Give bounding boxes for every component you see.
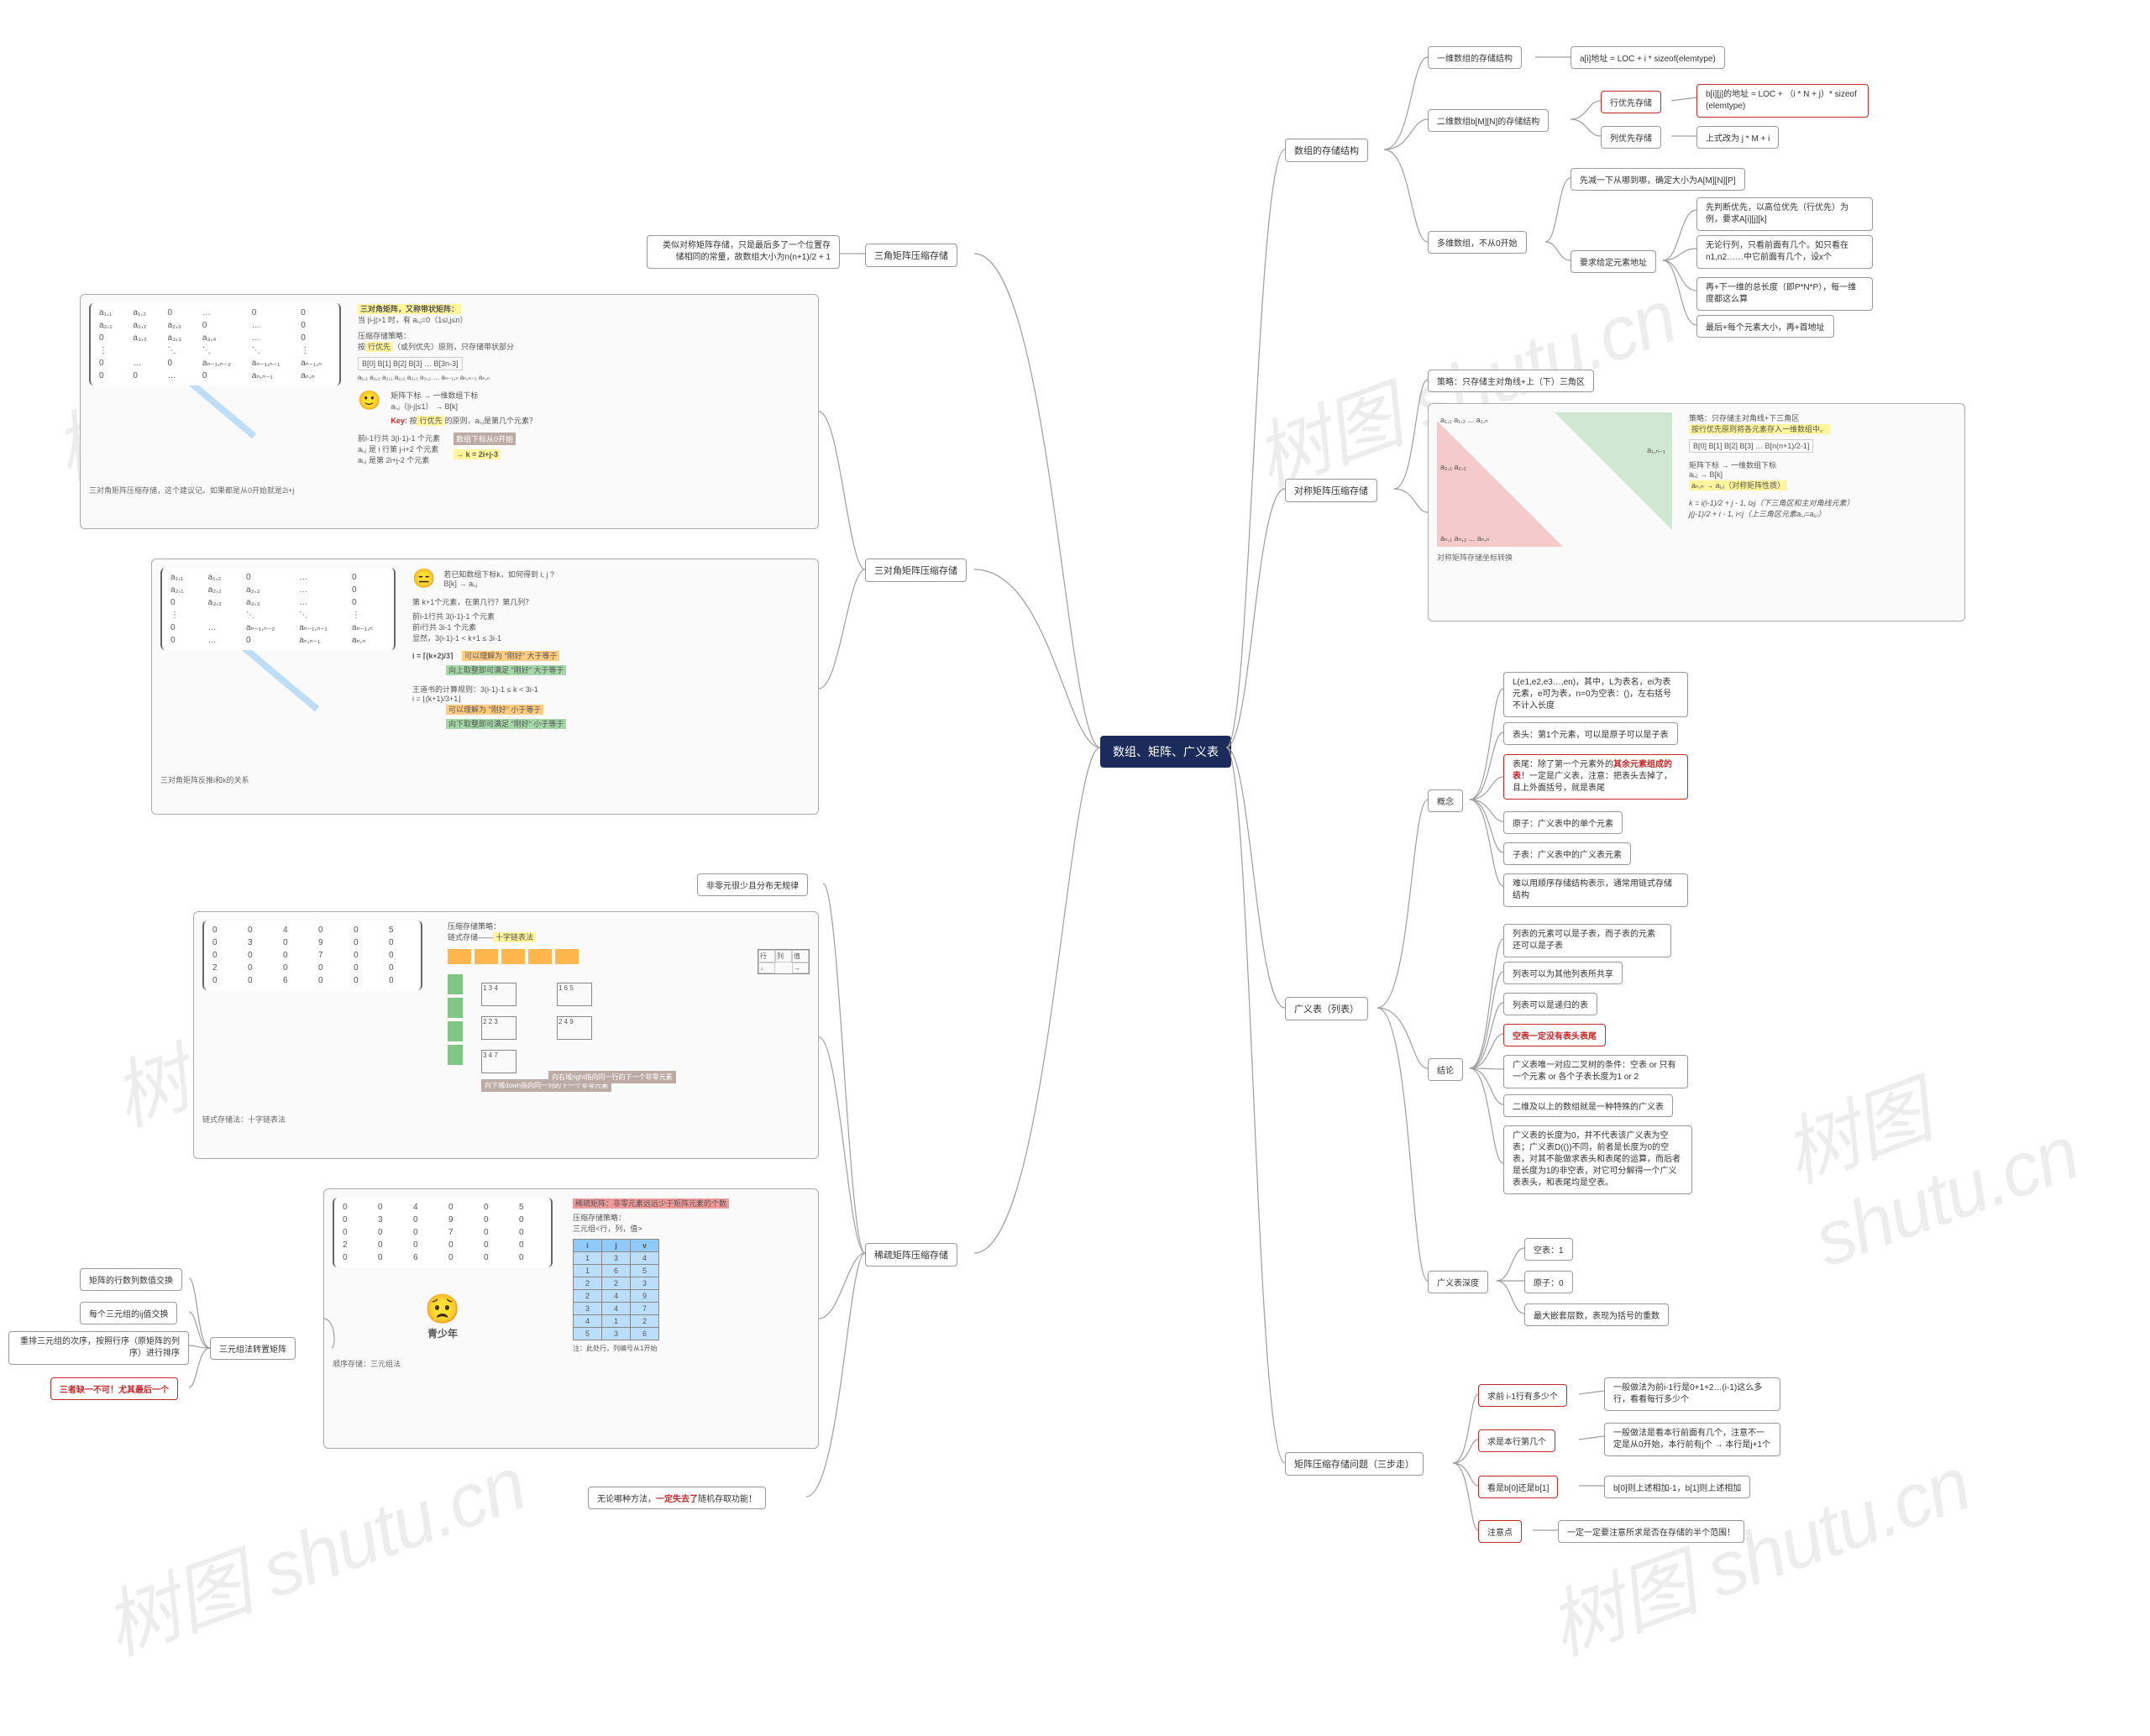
node-sparse[interactable]: 稀疏矩阵压缩存储 (865, 1243, 957, 1267)
node-tridiag[interactable]: 三对角矩阵压缩存储 (865, 559, 967, 582)
node-s2[interactable]: 求是本行第几个 (1478, 1429, 1555, 1452)
node-d3[interactable]: 最大嵌套层数，表现为括号的重数 (1524, 1303, 1669, 1326)
root-node[interactable]: 数组、矩阵、广义表 (1100, 736, 1231, 768)
node-s3[interactable]: 看是b[0]还是b[1] (1478, 1476, 1558, 1498)
node-trans[interactable]: 三元组法转置矩阵 (210, 1337, 296, 1360)
node-s1[interactable]: 求前 i-1行有多少个 (1478, 1384, 1567, 1407)
node-colmajor-formula[interactable]: 上式改为 j * M + i (1696, 126, 1779, 149)
node-l4[interactable]: 空表一定没有表头表尾 (1503, 1024, 1606, 1046)
node-multi2d[interactable]: 最后+每个元素大小，再+首地址 (1696, 315, 1834, 338)
node-tr4[interactable]: 三者缺一不可！尤其最后一个 (50, 1377, 178, 1400)
sym-desc2: 按行优先原则将各元素存入一维数组中。 (1689, 423, 1956, 434)
node-c5[interactable]: 子表：广义表中的广义表元素 (1503, 842, 1631, 865)
node-concl[interactable]: 结论 (1428, 1058, 1463, 1081)
node-l5[interactable]: 广义表唯一对应二叉树的条件：空表 or 只有一个元素 or 各个子表长度为1 o… (1503, 1055, 1688, 1088)
node-oneD-formula[interactable]: a[i]地址 = LOC + i * sizeof(elemtype) (1571, 46, 1725, 69)
node-c4[interactable]: 原子：广义表中的单个元素 (1503, 811, 1623, 834)
watermark: 树图 shutu.cn (1766, 977, 2150, 1284)
watermark: 树图 shutu.cn (87, 1423, 538, 1676)
node-storage[interactable]: 数组的存储结构 (1285, 139, 1368, 162)
node-multi2a[interactable]: 先判断优先，以高位优先（行优先）为例，要求A[i][j][k] (1696, 197, 1873, 231)
node-sparse-cond[interactable]: 非零元很少且分布无规律 (697, 873, 808, 896)
node-s4a[interactable]: 一定一定要注意所求是否在存储的半个范围！ (1558, 1520, 1744, 1543)
node-multi[interactable]: 多维数组，不从0开始 (1428, 231, 1527, 254)
node-multi2b[interactable]: 无论行列，只看前面有几个。如只看在n1,n2……中它前面有几个，设x个 (1696, 235, 1873, 269)
node-rowmajor-formula[interactable]: b[i][j]的地址 = LOC + （i * N + j）* sizeof (… (1696, 84, 1869, 118)
node-c1[interactable]: L(e1,e2,e3…,en)，其中，L为表名，ei为表元素，e可为表，n=0为… (1503, 672, 1688, 717)
caption-tridiag1: 三对角矩阵压缩存储，这个建议记。如果都是从0开始就是2i+j (89, 485, 810, 496)
caption-tridiag2: 三对角矩阵反推i和k的关系 (160, 774, 810, 785)
node-oneD[interactable]: 一维数组的存储结构 (1428, 46, 1522, 69)
node-rowmajor[interactable]: 行优先存储 (1601, 91, 1661, 113)
node-tr1[interactable]: 矩阵的行数列数值交换 (80, 1268, 182, 1291)
caption-sparse-seq: 顺序存储：三元组法 (333, 1358, 810, 1369)
avatar-icon: 😟 (425, 1293, 460, 1325)
node-l7[interactable]: 广义表的长度为0，并不代表该广义表为空表；广义表D(())不同，前者是长度为0的… (1503, 1125, 1692, 1194)
img-tridiag2: a₁,₁a₁,₂0…0 a₂,₁a₂,₂a₂,₃…0 0a₃,₂a₃,₃…0 ⋮… (151, 559, 819, 815)
watermark: 树图 shutu.cn (1532, 1423, 1982, 1676)
node-compress[interactable]: 矩阵压缩存储问题（三步走） (1285, 1452, 1424, 1476)
node-c6[interactable]: 难以用顺序存储结构表示，通常用链式存储结构 (1503, 873, 1688, 907)
node-twoD[interactable]: 二维数组b[M][N]的存储结构 (1428, 109, 1549, 132)
img-sym: a₁,₁ a₁,₂ ... a₁,ₙ a₂,₁ a₂,₂ aₙ,₁ aₙ,₂ .… (1428, 403, 1965, 621)
node-sym-policy[interactable]: 策略：只存储主对角线+上（下）三角区 (1428, 370, 1594, 392)
img-sparse-seq: 004005030900000700200000006000 😟 青少年 稀疏矩… (323, 1188, 819, 1449)
caption-sparse-link: 链式存储法：十字链表法 (202, 1114, 810, 1125)
node-tr3[interactable]: 重排三元组的次序，按照行序（原矩阵的列序）进行排序 (8, 1331, 189, 1365)
node-l1[interactable]: 列表的元素可以是子表，而子表的元素还可以是子表 (1503, 924, 1671, 957)
node-s3a[interactable]: b[0]则上述相加-1，b[1]则上述相加 (1604, 1476, 1750, 1498)
node-l3[interactable]: 列表可以是递归的表 (1503, 993, 1597, 1015)
img-tridiag1: a₁,₁a₁,₂0…00 a₂,₁a₂,₂a₂,₃0…0 0a₃,₂a₃,₃a₃… (80, 294, 819, 529)
node-multi1[interactable]: 先减一下从哪到哪，确定大小为A[M][N][P] (1571, 168, 1745, 191)
sym-map3: aₙ,ₙ → aⱼ,ᵢ（对称矩阵性质） (1689, 480, 1787, 490)
node-multi2[interactable]: 要求给定元素地址 (1571, 250, 1656, 273)
node-d2[interactable]: 原子：0 (1524, 1271, 1573, 1293)
caption-sym: 对称矩阵存储坐标转换 (1437, 552, 1956, 563)
node-l6[interactable]: 二维及以上的数组就是一种特殊的广义表 (1503, 1094, 1673, 1117)
node-concept[interactable]: 概念 (1428, 789, 1463, 812)
node-lose[interactable]: 无论哪种方法，一定失去了随机存取功能！ (588, 1487, 766, 1509)
emoji-icon: 😑 (412, 568, 435, 590)
node-colmajor[interactable]: 列优先存储 (1601, 126, 1661, 149)
sym-map2: aᵢ,ⱼ → B[k] (1689, 470, 1956, 480)
sym-rowb: B[0] B[1] B[2] B[3] … B[n(n+1)/2-1] (1689, 439, 1813, 453)
node-multi2c[interactable]: 再+下一维的总长度（即P*N*P），每一维度都这么算 (1696, 277, 1873, 311)
node-tri[interactable]: 三角矩阵压缩存储 (865, 244, 957, 267)
node-glist[interactable]: 广义表（列表） (1285, 997, 1368, 1020)
node-c2[interactable]: 表头：第1个元素，可以是原子可以是子表 (1503, 722, 1678, 745)
img-sparse-link: 004005030900000700200000006000 压缩存储策略：链式… (193, 911, 819, 1159)
sym-desc1: 策略：只存储主对角线+下三角区 (1689, 412, 1956, 423)
node-c3[interactable]: 表尾：除了第一个元素外的其余元素组成的表！一定是广义表，注意：把表头去掉了，且上… (1503, 754, 1688, 800)
sym-map1: 矩阵下标 → 一维数组下标 (1689, 459, 1956, 470)
node-s1a[interactable]: 一般做法为前i-1行是0+1+2…(i-1)这么多行，看看每行多少个 (1604, 1377, 1780, 1411)
node-depth[interactable]: 广义表深度 (1428, 1271, 1488, 1293)
node-tri-desc[interactable]: 类似对称矩阵存储，只是最后多了一个位置存储相同的常量，故数组大小为n(n+1)/… (647, 235, 840, 269)
node-d1[interactable]: 空表：1 (1524, 1238, 1573, 1261)
node-tr2[interactable]: 每个三元组的ij值交换 (80, 1302, 177, 1324)
node-l2[interactable]: 列表可以为其他列表所共享 (1503, 962, 1623, 984)
node-s2a[interactable]: 一般做法是看本行前面有几个，注意不一定是从0开始，本行前有j个 → 本行是j+1… (1604, 1423, 1780, 1456)
sym-form: k = i(i-1)/2 + j - 1, i≥j（下三角区和主对角线元素） j… (1689, 497, 1956, 519)
emoji-icon: 🙂 (358, 390, 380, 412)
node-sym[interactable]: 对称矩阵压缩存储 (1285, 479, 1377, 502)
node-s4[interactable]: 注意点 (1478, 1520, 1522, 1543)
